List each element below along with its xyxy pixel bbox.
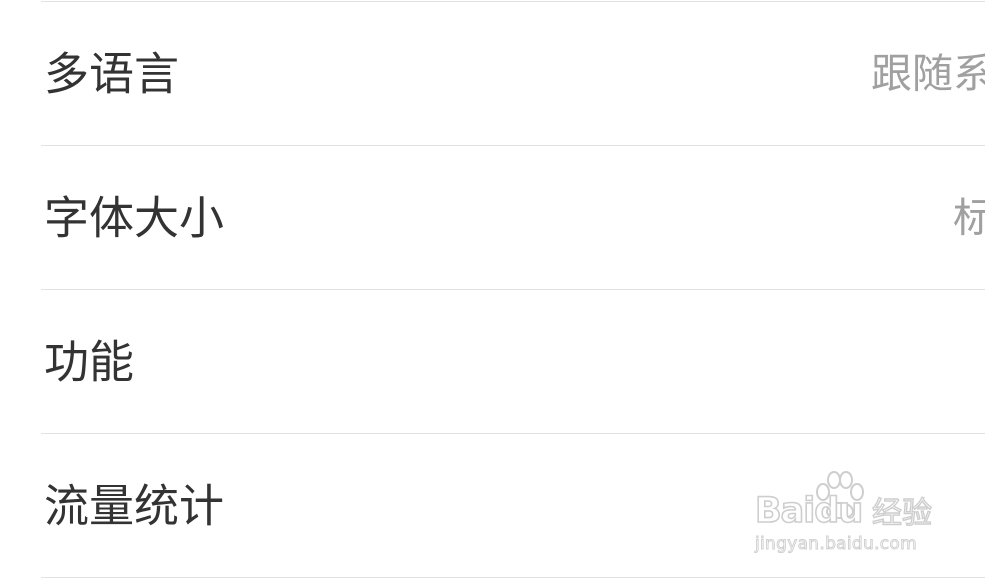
row-value-language: 跟随系 bbox=[871, 53, 985, 94]
watermark-url: jingyan.baidu.com bbox=[755, 534, 918, 554]
settings-row-features[interactable]: 功能 bbox=[0, 290, 985, 433]
settings-row-language[interactable]: 多语言 跟随系 bbox=[0, 2, 985, 145]
row-label-features: 功能 bbox=[44, 335, 135, 388]
row-label-language: 多语言 bbox=[44, 47, 180, 100]
row-label-font-size: 字体大小 bbox=[44, 191, 225, 244]
row-value-font-size: 标 bbox=[953, 197, 985, 238]
settings-row-font-size[interactable]: 字体大小 标 bbox=[0, 146, 985, 289]
watermark-brand: Baidu bbox=[754, 491, 864, 531]
row-label-data-usage: 流量统计 bbox=[44, 479, 225, 532]
watermark-product: 经验 bbox=[871, 496, 932, 531]
baidu-jingyan-watermark: Baidu 经验 jingyan.baidu.com bbox=[754, 470, 933, 558]
